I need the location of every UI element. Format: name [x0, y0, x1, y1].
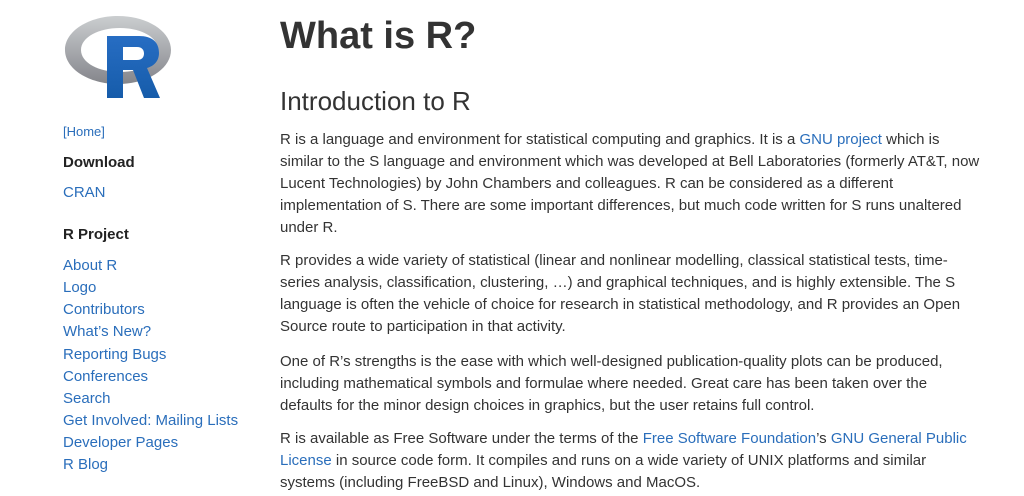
paragraph-intro: R is a language and environment for stat…	[280, 129, 980, 239]
paragraph-text: in source code form. It compiles and run…	[280, 452, 927, 491]
sidebar-link-developer-pages[interactable]: Developer Pages	[63, 433, 178, 453]
sidebar-link-mailing-lists[interactable]: Get Involved: Mailing Lists	[63, 411, 238, 431]
sidebar-link-r-blog[interactable]: R Blog	[63, 455, 108, 475]
sidebar-link-reporting-bugs[interactable]: Reporting Bugs	[63, 345, 166, 365]
paragraph-plots: One of R’s strengths is the ease with wh…	[280, 353, 943, 414]
fsf-link[interactable]: Free Software Foundation	[643, 430, 816, 447]
sidebar-link-about-r[interactable]: About R	[63, 256, 117, 276]
download-heading: Download	[63, 154, 135, 171]
sidebar-link-search[interactable]: Search	[63, 389, 111, 409]
sidebar-link-whats-new[interactable]: What’s New?	[63, 322, 151, 342]
sidebar-link-contributors[interactable]: Contributors	[63, 300, 145, 320]
page-title: What is R?	[280, 15, 477, 57]
page: [Home] Download CRAN R Project About R L…	[0, 0, 1024, 496]
paragraph-text: R is available as Free Software under th…	[280, 430, 643, 447]
r-logo[interactable]	[63, 10, 173, 102]
section-heading: Introduction to R	[280, 86, 471, 116]
sidebar-link-logo[interactable]: Logo	[63, 278, 96, 298]
sidebar-link-cran[interactable]: CRAN	[63, 183, 106, 203]
paragraph-text: ’s	[816, 430, 831, 447]
r-project-heading: R Project	[63, 226, 129, 243]
gnu-project-link[interactable]: GNU project	[799, 131, 882, 148]
r-logo-icon	[65, 16, 171, 98]
home-link[interactable]: [Home]	[63, 124, 105, 139]
sidebar-link-conferences[interactable]: Conferences	[63, 367, 148, 387]
paragraph-license: R is available as Free Software under th…	[280, 428, 980, 494]
paragraph-features: R provides a wide variety of statistical…	[280, 252, 961, 335]
paragraph-text: R is a language and environment for stat…	[280, 131, 800, 148]
